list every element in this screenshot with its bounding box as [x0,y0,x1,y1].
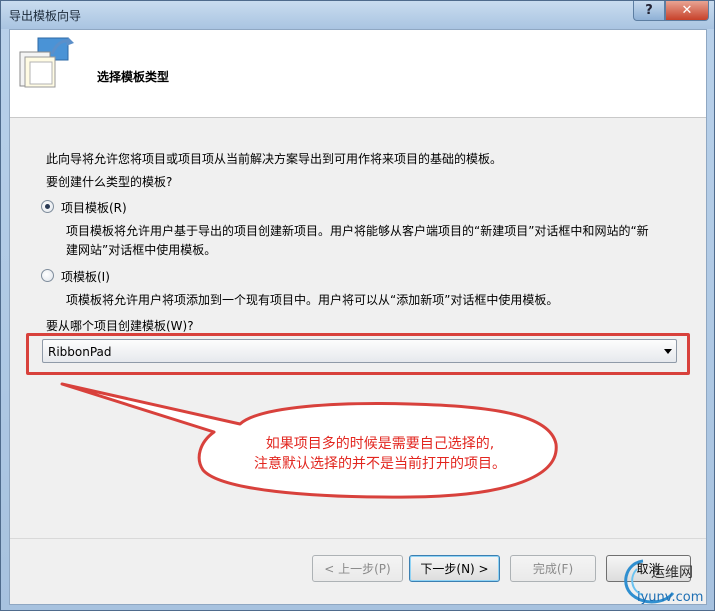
project-template-description: 项目模板将允许用户基于导出的项目创建新项目。用户将能够从客户端项目的“新建项目”… [66,222,686,260]
title-bar[interactable]: 导出模板向导 ? ✕ [1,1,714,29]
wizard-window: 导出模板向导 ? ✕ 选择模板类型 此向导将允许您将项目或项目项从当前解决方案导… [0,0,715,611]
question-text: 要创建什么类型的模板? [46,175,173,189]
project-template-desc-line2: 建网站”对话框中使用模板。 [66,243,217,257]
annotation-highlight-box [26,333,690,375]
project-template-radio[interactable] [41,200,54,213]
site-watermark-logo: 运维网 iyunv.com [624,559,703,605]
item-template-description: 项模板将允许用户将项添加到一个现有项目中。用户将可以从“添加新项”对话框中使用模… [66,291,686,310]
item-template-desc-line1: 项模板将允许用户将项添加到一个现有项目中。用户将可以从“添加新项”对话框中使用模… [66,293,559,307]
project-template-label[interactable]: 项目模板(R) [61,199,127,216]
intro-text: 此向导将允许您将项目或项目项从当前解决方案导出到可用作将来项目的基础的模板。 [46,152,503,166]
annotation-text: 如果项目多的时候是需要自己选择的, 注意默认选择的并不是当前打开的项目。 [210,434,550,474]
annotation-line2: 注意默认选择的并不是当前打开的项目。 [254,456,506,472]
page-title: 选择模板类型 [97,70,170,84]
annotation-line1: 如果项目多的时候是需要自己选择的, [265,436,495,452]
window-title: 导出模板向导 [9,9,82,23]
project-prompt-label: 要从哪个项目创建模板(W)? [46,319,194,333]
watermark-brand: 运维网 [651,565,693,581]
wizard-client-area: 选择模板类型 此向导将允许您将项目或项目项从当前解决方案导出到可用作将来项目的基… [9,29,707,605]
help-button[interactable]: ? [633,1,665,21]
header-band: 选择模板类型 [10,30,706,118]
help-icon: ? [645,3,653,18]
project-template-desc-line1: 项目模板将允许用户基于导出的项目创建新项目。用户将能够从客户端项目的“新建项目”… [66,224,649,238]
button-area-divider [10,538,706,539]
next-button[interactable]: 下一步(N) > [409,555,500,582]
previous-button[interactable]: < 上一步(P) [312,555,403,582]
item-template-radio[interactable] [41,269,54,282]
watermark-domain: iyunv.com [637,590,703,605]
close-button[interactable]: ✕ [665,1,709,21]
export-template-icon [19,37,74,88]
close-icon: ✕ [681,3,693,18]
finish-button[interactable]: 完成(F) [510,555,596,582]
item-template-label[interactable]: 项模板(I) [61,268,110,285]
